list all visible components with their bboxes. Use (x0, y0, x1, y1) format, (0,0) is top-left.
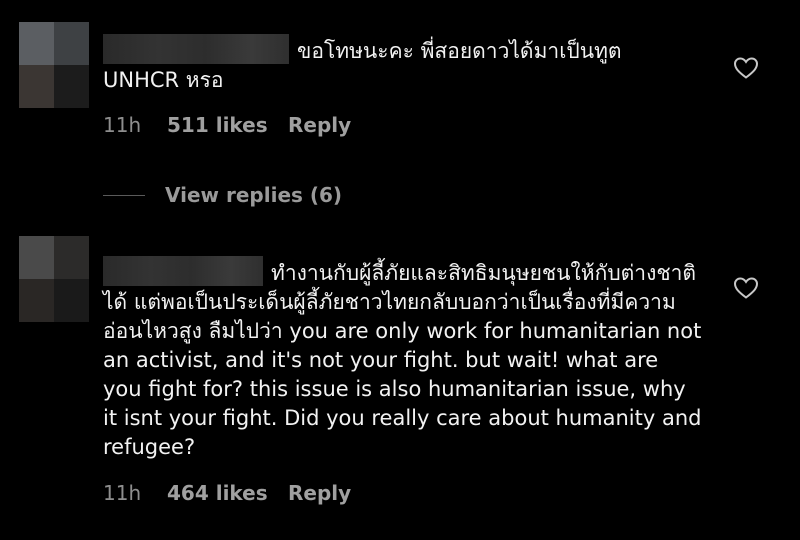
comment-meta: 11h 511 likes Reply (103, 113, 351, 137)
likes-count[interactable]: 464 likes (167, 481, 288, 505)
reply-button[interactable]: Reply (288, 113, 351, 137)
heart-icon[interactable] (733, 276, 759, 300)
heart-icon[interactable] (733, 56, 759, 80)
comment-body: ทำงานกับผู้ลี้ภัยและสิทธิมนุษยชนให้กับต่… (103, 261, 702, 459)
avatar[interactable] (19, 22, 89, 108)
redacted-username (103, 256, 263, 286)
comment-meta: 11h 464 likes Reply (103, 481, 351, 505)
comment-text: ขอโทษนะคะ พี่สอยดาวได้มาเป็นทูต UNHCR หร… (103, 34, 703, 95)
comment-timestamp: 11h (103, 481, 142, 505)
redacted-username (103, 34, 289, 64)
comment-text: ทำงานกับผู้ลี้ภัยและสิทธิมนุษยชนให้กับต่… (103, 256, 703, 462)
likes-count[interactable]: 511 likes (167, 113, 288, 137)
view-replies-button[interactable]: View replies (6) (103, 181, 342, 209)
avatar[interactable] (19, 236, 89, 322)
replies-divider (103, 194, 145, 196)
view-replies-label: View replies (6) (165, 183, 343, 207)
comment-timestamp: 11h (103, 113, 142, 137)
reply-button[interactable]: Reply (288, 481, 351, 505)
